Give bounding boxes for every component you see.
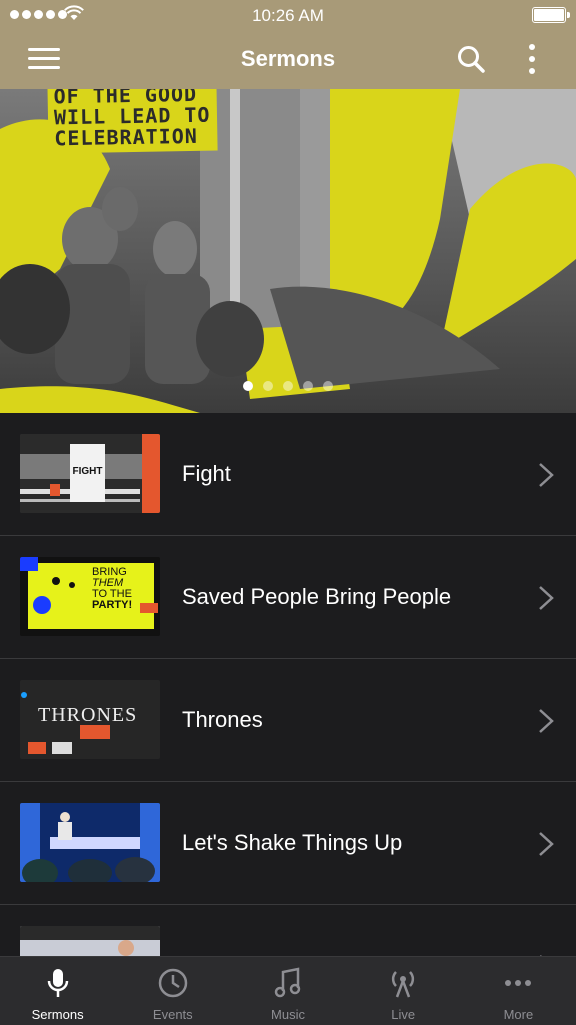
sermon-title: Saved People Bring People bbox=[182, 584, 452, 609]
tab-more[interactable]: More bbox=[461, 957, 576, 1025]
thumbnail-text: BRING THEM TO THE PARTY! bbox=[92, 566, 133, 611]
tab-label: Events bbox=[152, 1007, 193, 1022]
sermon-thumbnail: FIGHT bbox=[20, 434, 160, 513]
tab-events[interactable]: Events bbox=[115, 957, 230, 1025]
top-header: 10:26 AM Sermons bbox=[0, 0, 576, 89]
microphone-icon bbox=[47, 969, 68, 997]
thumbnail-text: FIGHT bbox=[72, 466, 103, 477]
carousel-dot[interactable] bbox=[303, 381, 313, 391]
chevron-right-icon bbox=[539, 463, 554, 487]
tab-label: More bbox=[503, 1007, 534, 1022]
navigation-bar: Sermons bbox=[0, 30, 576, 89]
tab-label: Live bbox=[391, 1007, 416, 1022]
broadcast-icon bbox=[392, 971, 415, 998]
carousel-dot[interactable] bbox=[263, 381, 273, 391]
chevron-right-icon bbox=[539, 709, 554, 733]
carousel-dot[interactable] bbox=[323, 381, 333, 391]
page-title: Sermons bbox=[240, 46, 336, 71]
sermon-thumbnail bbox=[20, 926, 160, 956]
sermon-row-partial[interactable] bbox=[0, 905, 576, 956]
music-note-icon bbox=[274, 967, 301, 998]
carousel-pagination bbox=[0, 381, 576, 391]
carousel-dot[interactable] bbox=[243, 381, 253, 391]
sermon-title: Let's Shake Things Up bbox=[182, 830, 403, 855]
sermon-row-saved-people[interactable]: BRING THEM TO THE PARTY! Saved People Br… bbox=[0, 536, 576, 659]
sermon-title: Thrones bbox=[182, 707, 263, 732]
battery-icon bbox=[532, 7, 570, 23]
clock-icon bbox=[158, 968, 188, 998]
carousel-dot[interactable] bbox=[283, 381, 293, 391]
sermon-thumbnail: BRING THEM TO THE PARTY! bbox=[20, 557, 160, 636]
sermon-list: FIGHT Fight BRING THEM TO THE PARTY! Sav… bbox=[0, 413, 576, 956]
sermon-row-fight[interactable]: FIGHT Fight bbox=[0, 413, 576, 536]
sermon-thumbnail: THRONES bbox=[20, 680, 160, 759]
more-options-button[interactable] bbox=[522, 42, 542, 76]
search-icon[interactable] bbox=[456, 44, 486, 74]
status-time: 10:26 AM bbox=[252, 6, 324, 25]
sermon-title: Fight bbox=[182, 461, 231, 486]
tab-music[interactable]: Music bbox=[230, 957, 345, 1025]
sermon-row-shake-things-up[interactable]: Let's Shake Things Up bbox=[0, 782, 576, 905]
hero-headline: OF THE GOOD WILL LEAD TO CELEBRATION bbox=[47, 89, 218, 154]
tab-bar: Sermons Events Music Live More bbox=[0, 956, 576, 1025]
tab-label: Music bbox=[271, 1007, 305, 1022]
chevron-right-icon bbox=[539, 832, 554, 856]
tab-label: Sermons bbox=[31, 1007, 84, 1022]
status-bar: 10:26 AM bbox=[0, 0, 576, 30]
ellipsis-icon bbox=[505, 980, 532, 986]
sermon-thumbnail bbox=[20, 803, 160, 882]
sermon-row-thrones[interactable]: THRONES Thrones bbox=[0, 659, 576, 782]
tab-sermons[interactable]: Sermons bbox=[0, 957, 115, 1025]
tab-live[interactable]: Live bbox=[346, 957, 461, 1025]
chevron-right-icon bbox=[539, 586, 554, 610]
hero-banner[interactable]: OF THE GOOD WILL LEAD TO CELEBRATION bbox=[0, 89, 576, 413]
thumbnail-text: THRONES bbox=[38, 704, 138, 726]
